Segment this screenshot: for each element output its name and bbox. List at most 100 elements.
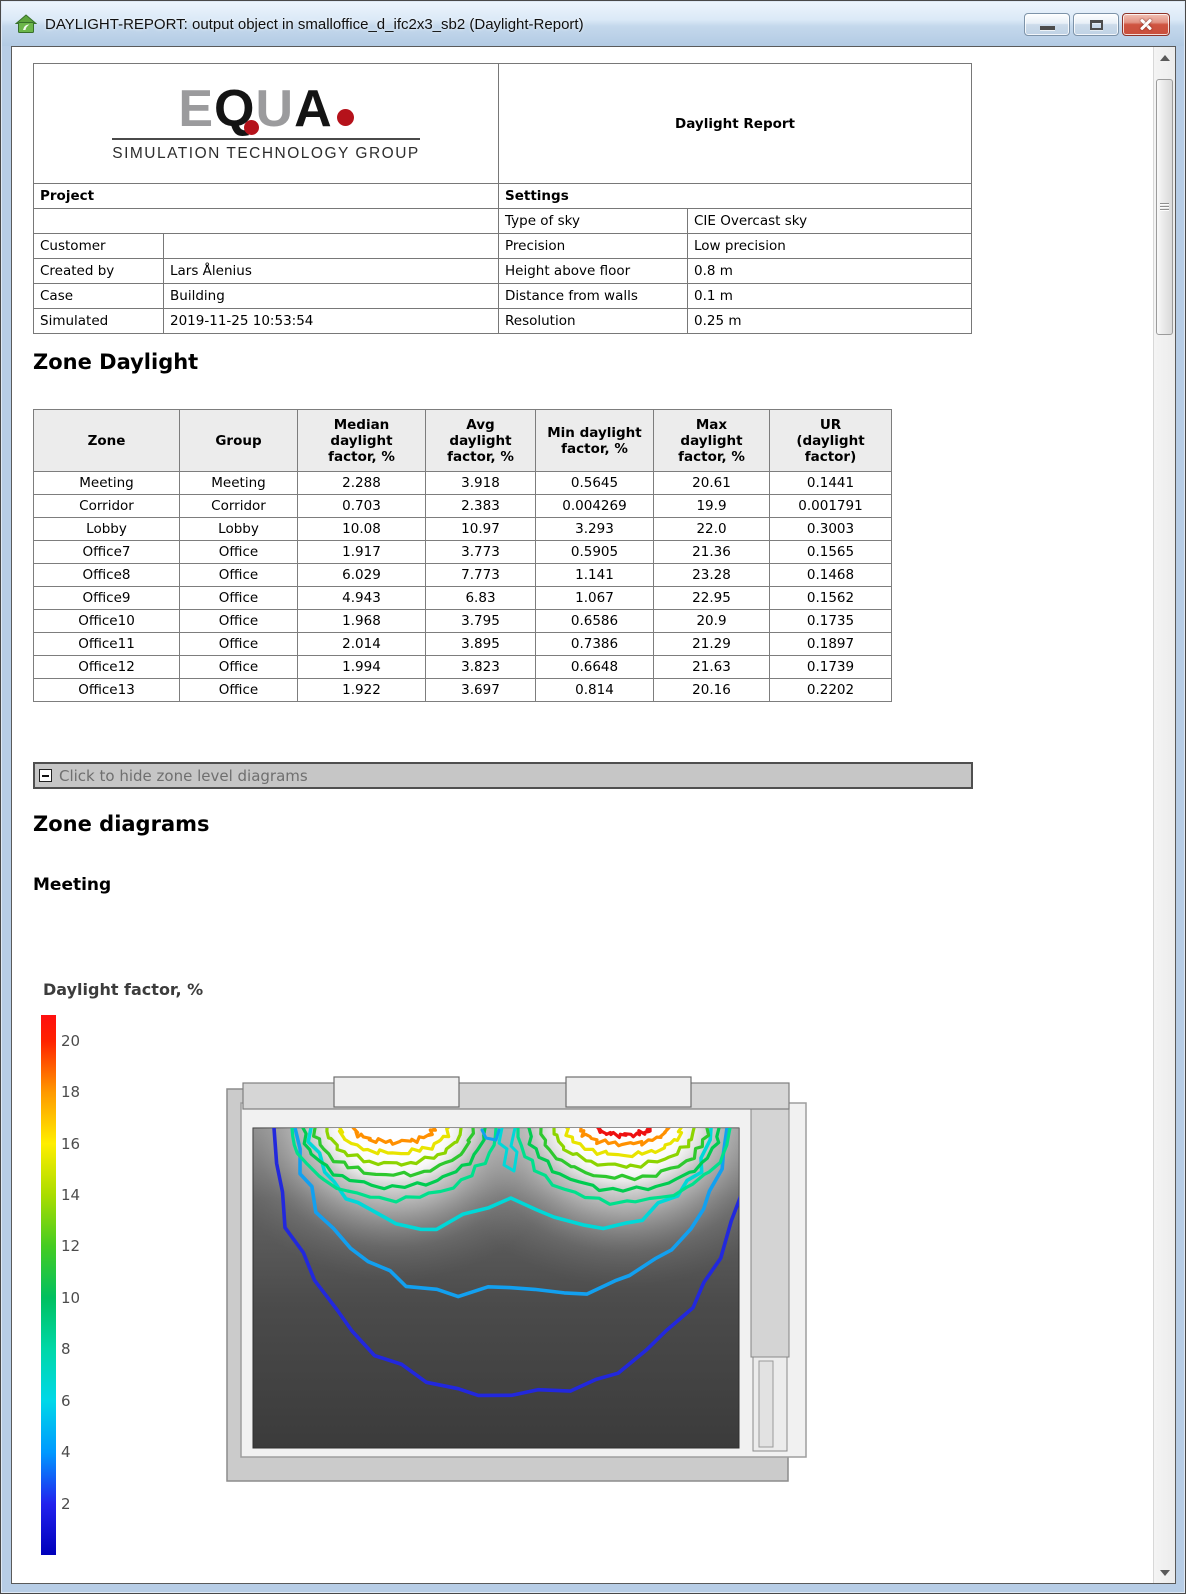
table-cell: Office [179, 563, 298, 587]
table-cell: 0.814 [535, 678, 654, 702]
scroll-down-button[interactable] [1155, 1563, 1174, 1582]
project-value: Building [163, 283, 499, 309]
maximize-button[interactable] [1073, 13, 1119, 36]
table-cell: Office [179, 678, 298, 702]
table-cell: 0.1897 [769, 632, 892, 656]
zone-table-body: Meeting Meeting 2.288 3.918 0.5645 20.61 0.144… [33, 471, 892, 702]
table-cell: 20.9 [653, 609, 770, 633]
table-cell: 3.697 [425, 678, 536, 702]
table-cell: 21.29 [653, 632, 770, 656]
table-cell: Meeting [33, 471, 180, 495]
table-cell: Lobby [179, 517, 298, 541]
table-cell: 0.001791 [769, 494, 892, 518]
table-cell: 6.83 [425, 586, 536, 610]
table-cell: 0.6648 [535, 655, 654, 679]
table-cell: Corridor [33, 494, 180, 518]
table-cell: 0.1565 [769, 540, 892, 564]
legend-tick: 4 [61, 1443, 71, 1462]
diagram-zone-name: Meeting [33, 875, 112, 895]
table-cell: Office [179, 655, 298, 679]
minimize-icon [1040, 26, 1055, 30]
table-row: Office10 Office 1.968 3.795 0.6586 20.9 0.1735 [33, 609, 892, 633]
setting-label: Distance from walls [498, 283, 688, 309]
scroll-up-button[interactable] [1155, 48, 1174, 67]
project-label: Simulated [33, 308, 164, 334]
table-cell: 0.3003 [769, 517, 892, 541]
table-cell: Office12 [33, 655, 180, 679]
table-cell: 20.16 [653, 678, 770, 702]
table-cell: 22.0 [653, 517, 770, 541]
settings-heading: Settings [497, 183, 973, 209]
hide-zone-diagrams-bar[interactable]: Click to hide zone level diagrams [33, 762, 973, 789]
table-row: Office11 Office 2.014 3.895 0.7386 21.29 0.189… [33, 632, 892, 656]
logo-red-dot [336, 109, 354, 126]
zone-column-header: Max daylight factor, % [653, 409, 770, 472]
scrollbar-thumb[interactable] [1156, 79, 1173, 335]
table-cell: Office7 [33, 540, 180, 564]
table-cell: Office [179, 632, 298, 656]
zone-column-header: Group [179, 409, 298, 472]
project-value: Lars Ålenius [163, 258, 499, 284]
table-cell: 2.288 [297, 471, 426, 495]
report-client-area: EQUA SIMULATION TECHNOLOGY GROUP Dayligh… [11, 46, 1176, 1584]
table-cell: 0.703 [297, 494, 426, 518]
table-cell: 3.795 [425, 609, 536, 633]
window-titlebar[interactable]: DAYLIGHT-REPORT: output object in smallo… [2, 2, 1184, 46]
table-cell: 0.6586 [535, 609, 654, 633]
setting-value: 0.25 m [686, 308, 973, 334]
table-cell: 6.029 [297, 563, 426, 587]
minimize-button[interactable] [1024, 13, 1070, 36]
zone-daylight-heading: Zone Daylight [33, 350, 199, 374]
table-row: Office7 Office 1.917 3.773 0.5905 21.36 0.1565 [33, 540, 892, 564]
table-cell: 0.1562 [769, 586, 892, 610]
setting-label: Height above floor [498, 258, 688, 284]
vertical-scrollbar[interactable] [1153, 47, 1175, 1583]
daylight-contour-diagram [226, 1076, 807, 1482]
table-row: Office9 Office 4.943 6.83 1.067 22.95 0.1562 [33, 586, 892, 610]
table-cell: 20.61 [653, 471, 770, 495]
collapse-label: Click to hide zone level diagrams [59, 766, 308, 785]
legend-tick: 14 [61, 1186, 81, 1204]
project-value [163, 233, 499, 259]
table-cell: 3.823 [425, 655, 536, 679]
table-row: Meeting Meeting 2.288 3.918 0.5645 20.61 0.144… [33, 471, 892, 495]
table-cell: 0.5645 [535, 471, 654, 495]
report-page: EQUA SIMULATION TECHNOLOGY GROUP Dayligh… [12, 47, 1153, 1583]
setting-label: Type of sky [498, 208, 688, 234]
zone-table-header-row: Zone Group Median daylight factor, % Avg da… [33, 409, 892, 472]
table-row: Corridor Corridor 0.703 2.383 0.004269 19.9 0.… [33, 494, 892, 518]
window-controls [1021, 13, 1170, 36]
close-icon [1138, 17, 1154, 33]
legend-color-bar [41, 1015, 56, 1555]
table-cell: 4.943 [297, 586, 426, 610]
project-label: Customer [33, 233, 164, 259]
project-label: Case [33, 283, 164, 309]
zone-column-header: Zone [33, 409, 180, 472]
logo-rule [112, 138, 420, 140]
setting-label: Precision [498, 233, 688, 259]
logo-cell: EQUA SIMULATION TECHNOLOGY GROUP [33, 63, 499, 184]
app-window: DAYLIGHT-REPORT: output object in smallo… [0, 0, 1186, 1594]
setting-value: 0.1 m [686, 283, 973, 309]
setting-label: Resolution [498, 308, 688, 334]
close-button[interactable] [1122, 13, 1170, 36]
table-cell: 3.918 [425, 471, 536, 495]
table-cell: 0.2202 [769, 678, 892, 702]
legend-tick: 2 [61, 1494, 71, 1513]
table-cell: 1.917 [297, 540, 426, 564]
table-row: Lobby Lobby 10.08 10.97 3.293 22.0 0.3003 [33, 517, 892, 541]
table-cell: 0.004269 [535, 494, 654, 518]
setting-value: 0.8 m [686, 258, 973, 284]
legend-tick: 18 [61, 1083, 81, 1102]
table-cell: 3.773 [425, 540, 536, 564]
table-cell: Office10 [33, 609, 180, 633]
zone-diagrams-heading: Zone diagrams [33, 812, 210, 836]
collapse-minus-icon[interactable] [39, 769, 52, 782]
table-cell: 23.28 [653, 563, 770, 587]
legend-title: Daylight factor, % [43, 980, 204, 999]
legend-tick: 6 [61, 1391, 71, 1410]
project-label: Created by [33, 258, 164, 284]
table-cell: Office11 [33, 632, 180, 656]
table-row: Office12 Office 1.994 3.823 0.6648 21.63 0.173… [33, 655, 892, 679]
table-cell: 22.95 [653, 586, 770, 610]
